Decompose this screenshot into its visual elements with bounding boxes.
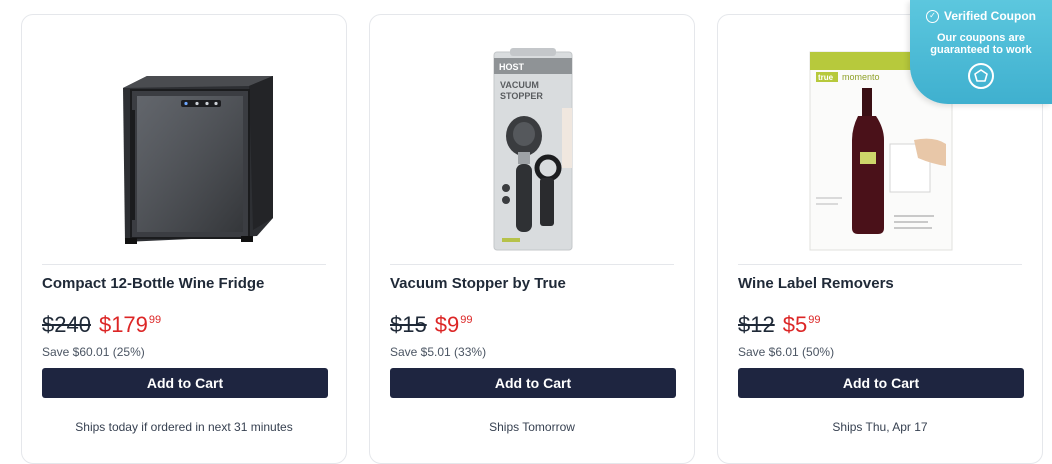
sale-price: $9 bbox=[434, 312, 460, 337]
price-row: $15 $9 99 bbox=[390, 311, 472, 339]
sale-price: $179 bbox=[98, 312, 148, 337]
package-name: momento bbox=[842, 72, 880, 82]
verified-coupon-badge: ✓ Verified Coupon Our coupons are guaran… bbox=[910, 0, 1052, 104]
shipping-info: Ships Thu, Apr 17 bbox=[832, 420, 928, 434]
shipping-info: Ships Tomorrow bbox=[489, 420, 575, 434]
product-card[interactable]: Compact 12-Bottle Wine Fridge $240 $179 … bbox=[21, 14, 347, 464]
price-row: $240 $179 99 bbox=[42, 311, 161, 339]
product-title[interactable]: Wine Label Removers bbox=[738, 275, 894, 292]
badge-line-1: Our coupons are bbox=[936, 32, 1026, 44]
original-price: $240 bbox=[42, 312, 91, 337]
product-card[interactable]: HOST VACUUM STOPPER Vacuum Stopper by Tr… bbox=[369, 14, 695, 464]
badge-title-row: ✓ Verified Coupon bbox=[910, 9, 1052, 23]
add-to-cart-button[interactable]: Add to Cart bbox=[42, 368, 328, 398]
price-row: $12 $5 99 bbox=[738, 311, 820, 339]
package-line-2: STOPPER bbox=[500, 91, 543, 101]
package-brand: true bbox=[818, 73, 834, 82]
savings-text: Save $5.01 (33%) bbox=[390, 345, 487, 359]
package-brand: HOST bbox=[499, 62, 525, 72]
sale-price-cents: 99 bbox=[460, 314, 473, 326]
original-price: $12 bbox=[738, 312, 775, 337]
add-to-cart-button[interactable]: Add to Cart bbox=[390, 368, 676, 398]
package-line-1: VACUUM bbox=[500, 80, 539, 90]
savings-text: Save $6.01 (50%) bbox=[738, 345, 835, 359]
shipping-info: Ships today if ordered in next 31 minute… bbox=[75, 420, 293, 434]
sale-price-cents: 99 bbox=[808, 314, 821, 326]
divider bbox=[738, 264, 1022, 265]
original-price: $15 bbox=[390, 312, 427, 337]
badge-subtitle: Our coupons are guaranteed to work bbox=[910, 32, 1052, 56]
product-title[interactable]: Vacuum Stopper by True bbox=[390, 275, 566, 292]
add-to-cart-button[interactable]: Add to Cart bbox=[738, 368, 1024, 398]
product-title[interactable]: Compact 12-Bottle Wine Fridge bbox=[42, 275, 264, 292]
shield-badge-icon bbox=[968, 63, 994, 89]
wine-fridge-image[interactable] bbox=[42, 43, 328, 257]
divider bbox=[42, 264, 326, 265]
badge-line-2: guaranteed to work bbox=[930, 44, 1032, 56]
sale-price: $5 bbox=[782, 312, 808, 337]
sale-price-cents: 99 bbox=[148, 314, 162, 326]
badge-title: Verified Coupon bbox=[943, 9, 1036, 23]
check-circle-icon: ✓ bbox=[925, 9, 939, 23]
vacuum-stopper-image[interactable]: HOST VACUUM STOPPER bbox=[390, 43, 676, 257]
divider bbox=[390, 264, 674, 265]
savings-text: Save $60.01 (25%) bbox=[42, 345, 145, 359]
